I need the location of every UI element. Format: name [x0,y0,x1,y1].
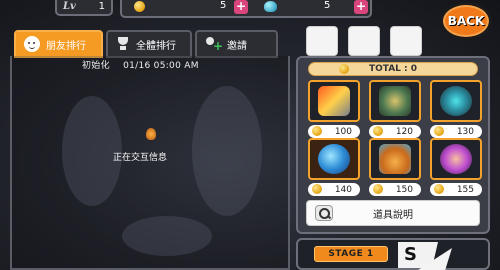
shield-armor-icon [379,86,411,116]
coin-icon [312,126,322,136]
ranking-panel [10,56,290,270]
coin-icon [134,1,145,12]
coin-icon [373,184,383,194]
gem-count: 5 [324,0,331,11]
tab-global-ranking[interactable]: 全體排行 [106,30,192,58]
item-price: 155 [430,183,482,196]
item-shop-panel: TOTAL : 0 100 120 130 140 150 155 道具說明 [296,56,490,234]
trophy-icon [116,37,130,51]
friend-face-icon [24,36,40,52]
tab-label: 朋友排行 [46,40,86,52]
tab-label: 全體排行 [136,40,176,52]
shop-item-power-fist[interactable]: 155 [430,138,482,196]
item-card [369,80,421,122]
coin-icon [373,126,383,136]
top-bar: Lv 1 5 + 5 + [0,0,380,18]
item-card [308,138,360,180]
equip-slot-1[interactable] [306,26,338,56]
back-button[interactable]: BACK [440,2,492,40]
coin-icon [339,64,349,74]
gem-icon [264,1,277,12]
loading-text: 正在交互信息 [113,153,168,163]
shop-item-shield-armor[interactable]: 120 [369,80,421,138]
price-value: 150 [395,184,413,195]
item-card [369,138,421,180]
total-label: TOTAL : 0 [368,64,418,74]
cave-rock [122,216,212,256]
coin-icon [434,184,444,194]
price-value: 130 [456,126,474,137]
ninja-spin-icon [440,86,472,116]
level-box: Lv 1 [55,0,113,16]
equip-slot-3[interactable] [390,26,422,56]
item-description-button[interactable]: 道具說明 [306,200,480,226]
price-value: 140 [334,184,352,195]
torch-icon [146,128,156,140]
resource-box: 5 + 5 + [120,0,372,18]
reset-time: 01/16 05:00 AM [123,61,199,71]
reset-time-label: 初始化 01/16 05:00 AM [82,58,199,71]
item-description-label: 道具說明 [373,209,413,221]
invite-user-icon [205,36,223,53]
total-bar: TOTAL : 0 [308,62,478,76]
item-price: 130 [430,125,482,138]
item-card [430,138,482,180]
item-card [430,80,482,122]
coin-icon [312,184,322,194]
level-value: 1 [98,0,105,12]
reset-label: 初始化 [82,61,110,71]
stage-bar[interactable]: STAGE 1 S [296,238,490,270]
magic-pot-icon [379,144,411,174]
shop-item-magic-pot[interactable]: 150 [369,138,421,196]
price-value: 120 [395,126,413,137]
level-icon: Lv [63,0,76,12]
item-price: 150 [369,183,421,196]
price-value: 155 [456,184,474,195]
add-coins-button[interactable]: + [234,0,248,14]
item-price: 140 [308,183,360,196]
shop-item-ninja-spin[interactable]: 130 [430,80,482,138]
item-price: 120 [369,125,421,138]
coin-icon [434,126,444,136]
magnifier-icon [315,205,333,221]
tab-friends-ranking[interactable]: 朋友排行 [14,30,103,58]
tab-label: 邀請 [227,40,247,52]
tab-invite[interactable]: 邀請 [195,30,278,58]
equip-slot-2[interactable] [348,26,380,56]
shop-item-fire-sword[interactable]: 100 [308,80,360,138]
fire-sword-icon [318,86,350,116]
add-gems-button[interactable]: + [354,0,368,14]
item-card [308,80,360,122]
item-price: 100 [308,125,360,138]
stage-label: STAGE 1 [314,246,388,262]
price-value: 100 [334,126,352,137]
blue-orb-icon [318,144,350,174]
shop-item-blue-orb[interactable]: 140 [308,138,360,196]
cave-rock [192,86,262,216]
power-fist-icon [440,144,472,174]
coin-count: 5 [220,0,227,11]
